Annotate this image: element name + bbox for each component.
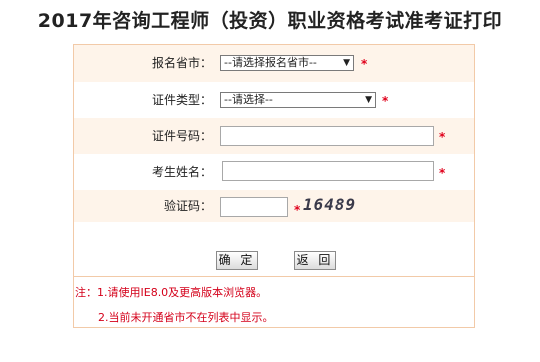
id-type-select-value: --请选择-- xyxy=(224,93,273,106)
row-id-type: 证件类型： --请选择-- ▼ * xyxy=(74,82,474,119)
row-actions xyxy=(74,222,474,277)
captcha-label: 验证码： xyxy=(163,199,212,213)
confirm-button[interactable]: 确 定 xyxy=(216,251,258,270)
required-mark: * xyxy=(439,130,446,144)
admission-ticket-form: 报名省市： --请选择报名省市-- ▼ * 证件类型： --请选择-- ▼ * … xyxy=(73,44,475,328)
province-label: 报名省市： xyxy=(151,56,212,70)
id-number-input[interactable] xyxy=(220,126,434,146)
captcha-image[interactable]: 16489 xyxy=(303,195,375,215)
row-captcha: 验证码： * xyxy=(74,190,474,223)
page-title: 2017年咨询工程师（投资）职业资格考试准考证打印 xyxy=(37,10,503,32)
id-number-label: 证件号码： xyxy=(151,129,212,143)
note-line-2: 2.当前未开通省市不在列表中显示。 xyxy=(98,311,274,324)
chevron-down-icon: ▼ xyxy=(365,95,372,105)
required-mark: * xyxy=(382,94,389,108)
note-line-1: 注：1.请使用IE8.0及更高版本浏览器。 xyxy=(75,286,268,299)
id-type-label: 证件类型： xyxy=(151,93,212,107)
name-label: 考生姓名： xyxy=(151,165,212,179)
back-button[interactable]: 返 回 xyxy=(294,251,336,270)
required-mark: * xyxy=(439,166,446,180)
province-select-value: --请选择报名省市-- xyxy=(224,56,317,69)
province-select[interactable]: --请选择报名省市-- ▼ xyxy=(220,55,354,71)
row-province: 报名省市： --请选择报名省市-- ▼ * xyxy=(74,45,474,83)
row-name: 考生姓名： * xyxy=(74,154,474,191)
name-input[interactable] xyxy=(222,161,434,181)
captcha-input[interactable] xyxy=(220,197,288,217)
chevron-down-icon: ▼ xyxy=(343,58,350,68)
id-type-select[interactable]: --请选择-- ▼ xyxy=(220,92,376,108)
row-id-number: 证件号码： * xyxy=(74,118,474,155)
required-mark: * xyxy=(361,57,368,71)
